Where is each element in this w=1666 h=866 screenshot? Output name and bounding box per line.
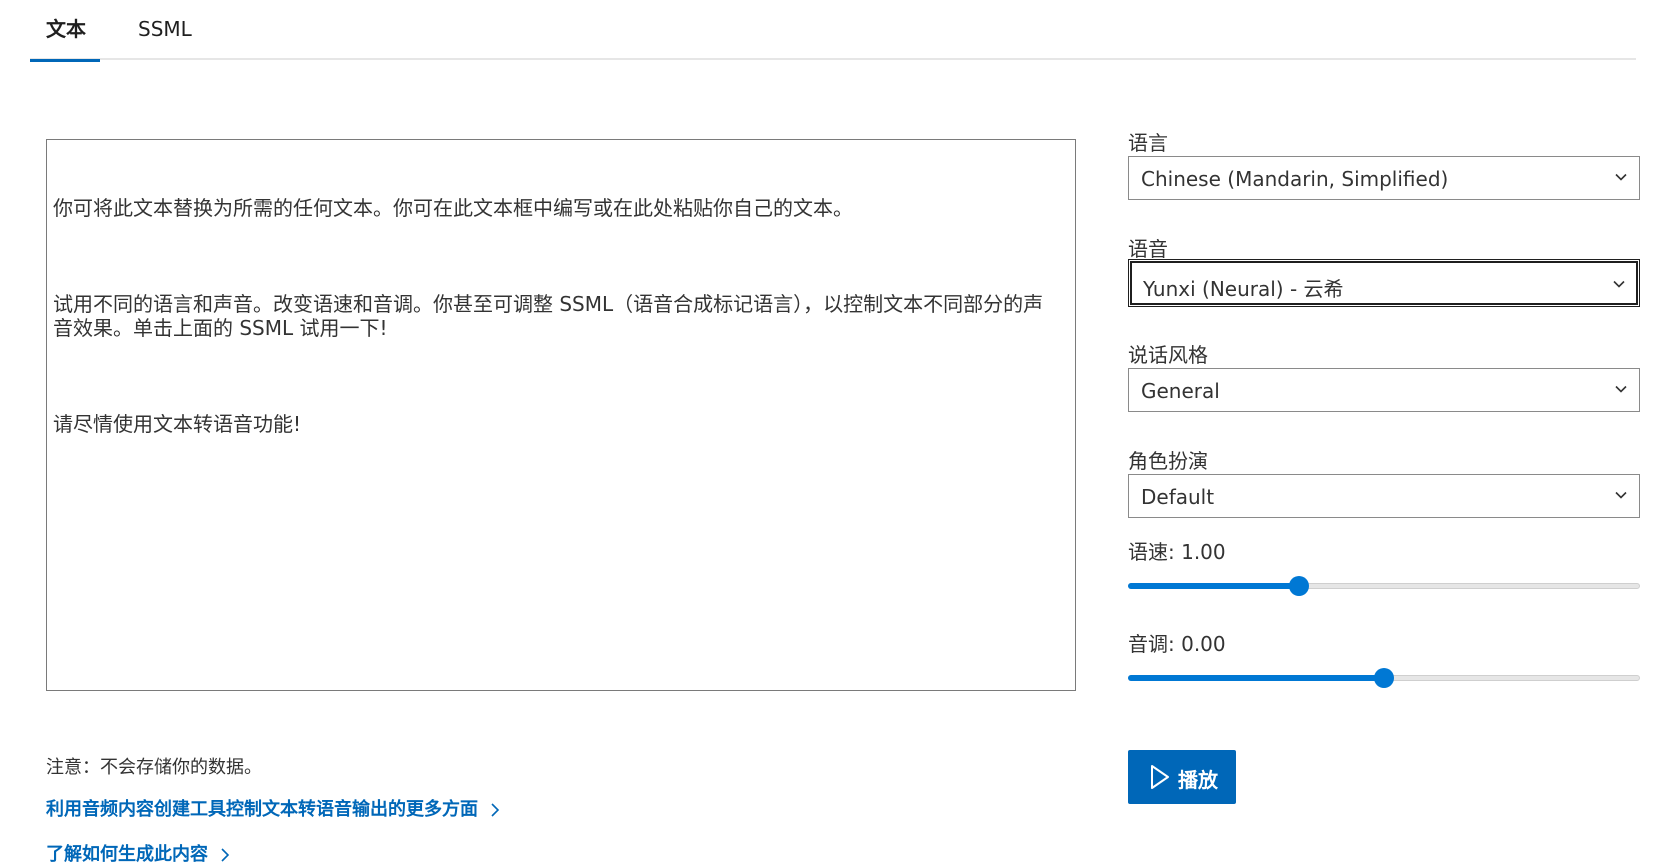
learn-more-link[interactable]: 了解如何生成此内容 bbox=[46, 840, 230, 866]
chevron-right-icon bbox=[491, 803, 500, 817]
role-select[interactable]: Default bbox=[1128, 474, 1640, 518]
voice-select[interactable]: Yunxi (Neural) - 云希 bbox=[1128, 259, 1640, 307]
audio-content-creation-link-label: 利用音频内容创建工具控制文本转语音输出的更多方面 bbox=[46, 799, 478, 820]
text-paragraph-1: 你可将此文本替换为所需的任何文本。你可在此文本框中编写或在此处粘贴你自己的文本。 bbox=[53, 196, 853, 220]
audio-content-creation-link[interactable]: 利用音频内容创建工具控制文本转语音输出的更多方面 bbox=[46, 795, 500, 821]
privacy-note: 注意：不会存储你的数据。 bbox=[46, 757, 262, 778]
chevron-down-icon bbox=[1615, 385, 1627, 393]
text-input-area[interactable]: 你可将此文本替换为所需的任何文本。你可在此文本框中编写或在此处粘贴你自己的文本。… bbox=[46, 139, 1076, 691]
chevron-down-icon bbox=[1615, 491, 1627, 499]
tab-ssml[interactable]: SSML bbox=[122, 15, 192, 59]
tab-text-label: 文本 bbox=[46, 17, 86, 41]
language-select-value: Chinese (Mandarin, Simplified) bbox=[1141, 167, 1449, 191]
language-label: 语言 bbox=[1128, 131, 1168, 155]
rate-label: 语速: 1.00 bbox=[1128, 540, 1226, 564]
learn-more-link-label: 了解如何生成此内容 bbox=[46, 844, 208, 865]
rate-slider-fill bbox=[1128, 583, 1299, 589]
voice-select-value: Yunxi (Neural) - 云希 bbox=[1143, 277, 1344, 301]
text-paragraph-3: 请尽情使用文本转语音功能! bbox=[53, 412, 302, 436]
tab-text[interactable]: 文本 bbox=[30, 15, 100, 62]
play-button[interactable]: 播放 bbox=[1128, 750, 1236, 804]
rate-slider-thumb[interactable] bbox=[1288, 576, 1309, 596]
pitch-slider-thumb[interactable] bbox=[1374, 668, 1394, 688]
rate-slider[interactable] bbox=[1128, 576, 1640, 596]
chevron-down-icon bbox=[1613, 280, 1625, 288]
style-select[interactable]: General bbox=[1128, 368, 1640, 412]
chevron-right-icon bbox=[221, 848, 230, 862]
play-icon bbox=[1151, 765, 1169, 789]
text-input-content[interactable]: 你可将此文本替换为所需的任何文本。你可在此文本框中编写或在此处粘贴你自己的文本。… bbox=[53, 148, 1057, 508]
style-label: 说话风格 bbox=[1128, 343, 1208, 367]
pitch-slider-fill bbox=[1128, 675, 1384, 681]
voice-label: 语音 bbox=[1128, 237, 1168, 261]
pitch-label: 音调: 0.00 bbox=[1128, 632, 1226, 656]
role-label: 角色扮演 bbox=[1128, 449, 1208, 473]
style-select-value: General bbox=[1141, 379, 1220, 403]
tab-ssml-label: SSML bbox=[138, 17, 192, 41]
chevron-down-icon bbox=[1615, 173, 1627, 181]
role-select-value: Default bbox=[1141, 485, 1215, 509]
tab-bar: 文本 SSML bbox=[30, 0, 1636, 62]
language-select[interactable]: Chinese (Mandarin, Simplified) bbox=[1128, 156, 1640, 200]
play-button-label: 播放 bbox=[1178, 768, 1218, 792]
text-paragraph-2: 试用不同的语言和声音。改变语速和音调。你甚至可调整 SSML（语音合成标记语言）… bbox=[53, 292, 1044, 340]
pitch-slider[interactable] bbox=[1128, 668, 1640, 688]
